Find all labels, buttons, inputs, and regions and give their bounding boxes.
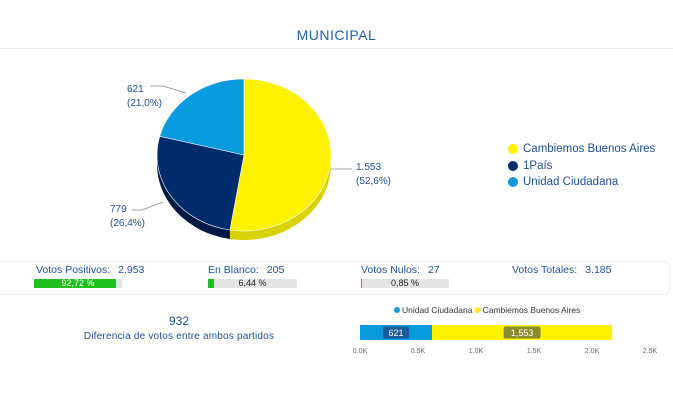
bar-data-label: 1,553: [511, 328, 534, 338]
pie-label-1pais-pct: (26,4%): [110, 218, 145, 229]
stat-votos-positivos: Votos Positivos: 2.953: [36, 264, 144, 276]
pie-slice-cambiemos[interactable]: [229, 78, 332, 232]
bar-legend-label: Unidad Ciudadana: [402, 305, 473, 315]
stat-value: 27: [427, 264, 440, 276]
pie-label-cambiemos-pct: (52,6%): [356, 176, 391, 187]
stat-label: En Blanco:: [208, 264, 259, 276]
legend-label: 1País: [523, 159, 553, 172]
nulos-progress-bar: 0,85 %: [361, 279, 449, 288]
legend-label: Unidad Ciudadana: [523, 176, 619, 189]
x-tick-label: 0.5K: [411, 348, 426, 355]
x-tick-label: 2.0K: [585, 348, 600, 355]
pie-label-unidad-pct: (21,0%): [127, 98, 162, 109]
progress-text: 0,85 %: [390, 278, 420, 288]
x-tick-label: 2.5K: [643, 348, 658, 355]
pie-label-1pais-value: 779: [110, 204, 127, 215]
stat-votos-nulos: Votos Nulos: 27: [361, 264, 440, 276]
x-tick-label: 1.0K: [469, 348, 484, 355]
stacked-bar-chart: Unidad Ciudadana Cambiemos Buenos Aires 6…: [353, 305, 658, 355]
progress-text: 6,44 %: [238, 278, 267, 288]
difference-label: Diferencia de votos entre ambos partidos: [83, 331, 275, 342]
leader-line-1pais: [132, 201, 164, 211]
legend-item-1pais[interactable]: 1País: [508, 158, 655, 175]
stat-value: 2.953: [118, 264, 145, 276]
legend-item-unidad[interactable]: Unidad Ciudadana: [508, 174, 655, 191]
page-title: MUNICIPAL: [296, 27, 377, 43]
x-tick-label: 1.5K: [527, 348, 542, 355]
legend-dot-icon: [508, 177, 518, 188]
bar-legend-label: Cambiemos Buenos Aires: [483, 305, 581, 315]
pie-legend: Cambiemos Buenos Aires 1País Unidad Ciud…: [508, 141, 655, 191]
difference-value: 932: [168, 314, 190, 328]
pie-label-unidad-value: 621: [127, 84, 144, 95]
stat-label: Votos Nulos:: [361, 264, 420, 276]
bar-data-label: 621: [389, 328, 404, 338]
stat-label: Votos Positivos:: [36, 264, 111, 276]
stat-value: 205: [266, 264, 285, 276]
legend-dot-icon: [474, 307, 481, 313]
legend-dot-icon: [394, 307, 400, 313]
positivos-progress-bar: 92,72 %: [34, 279, 122, 288]
stat-value: 3.185: [585, 264, 612, 276]
x-tick-label: 0.0K: [353, 348, 368, 355]
title-divider: [0, 48, 673, 49]
stat-en-blanco: En Blanco: 205: [208, 264, 284, 276]
leader-line-unidad: [150, 85, 187, 94]
stat-label: Votos Totales:: [512, 264, 578, 276]
progress-text: 92,72 %: [61, 278, 95, 288]
stat-votos-totales: Votos Totales: 3.185: [512, 264, 611, 276]
legend-label: Cambiemos Buenos Aires: [523, 143, 656, 156]
legend-dot-icon: [508, 160, 518, 171]
legend-item-cambiemos[interactable]: Cambiemos Buenos Aires: [508, 141, 655, 158]
blanco-progress-bar: 6,44 %: [208, 279, 297, 288]
pie-label-cambiemos-value: 1.553: [356, 162, 381, 173]
legend-dot-icon: [508, 144, 518, 155]
pie-chart: 1.553 (52,6%) 621 (21,0%) 779 (26,4%): [110, 78, 391, 240]
